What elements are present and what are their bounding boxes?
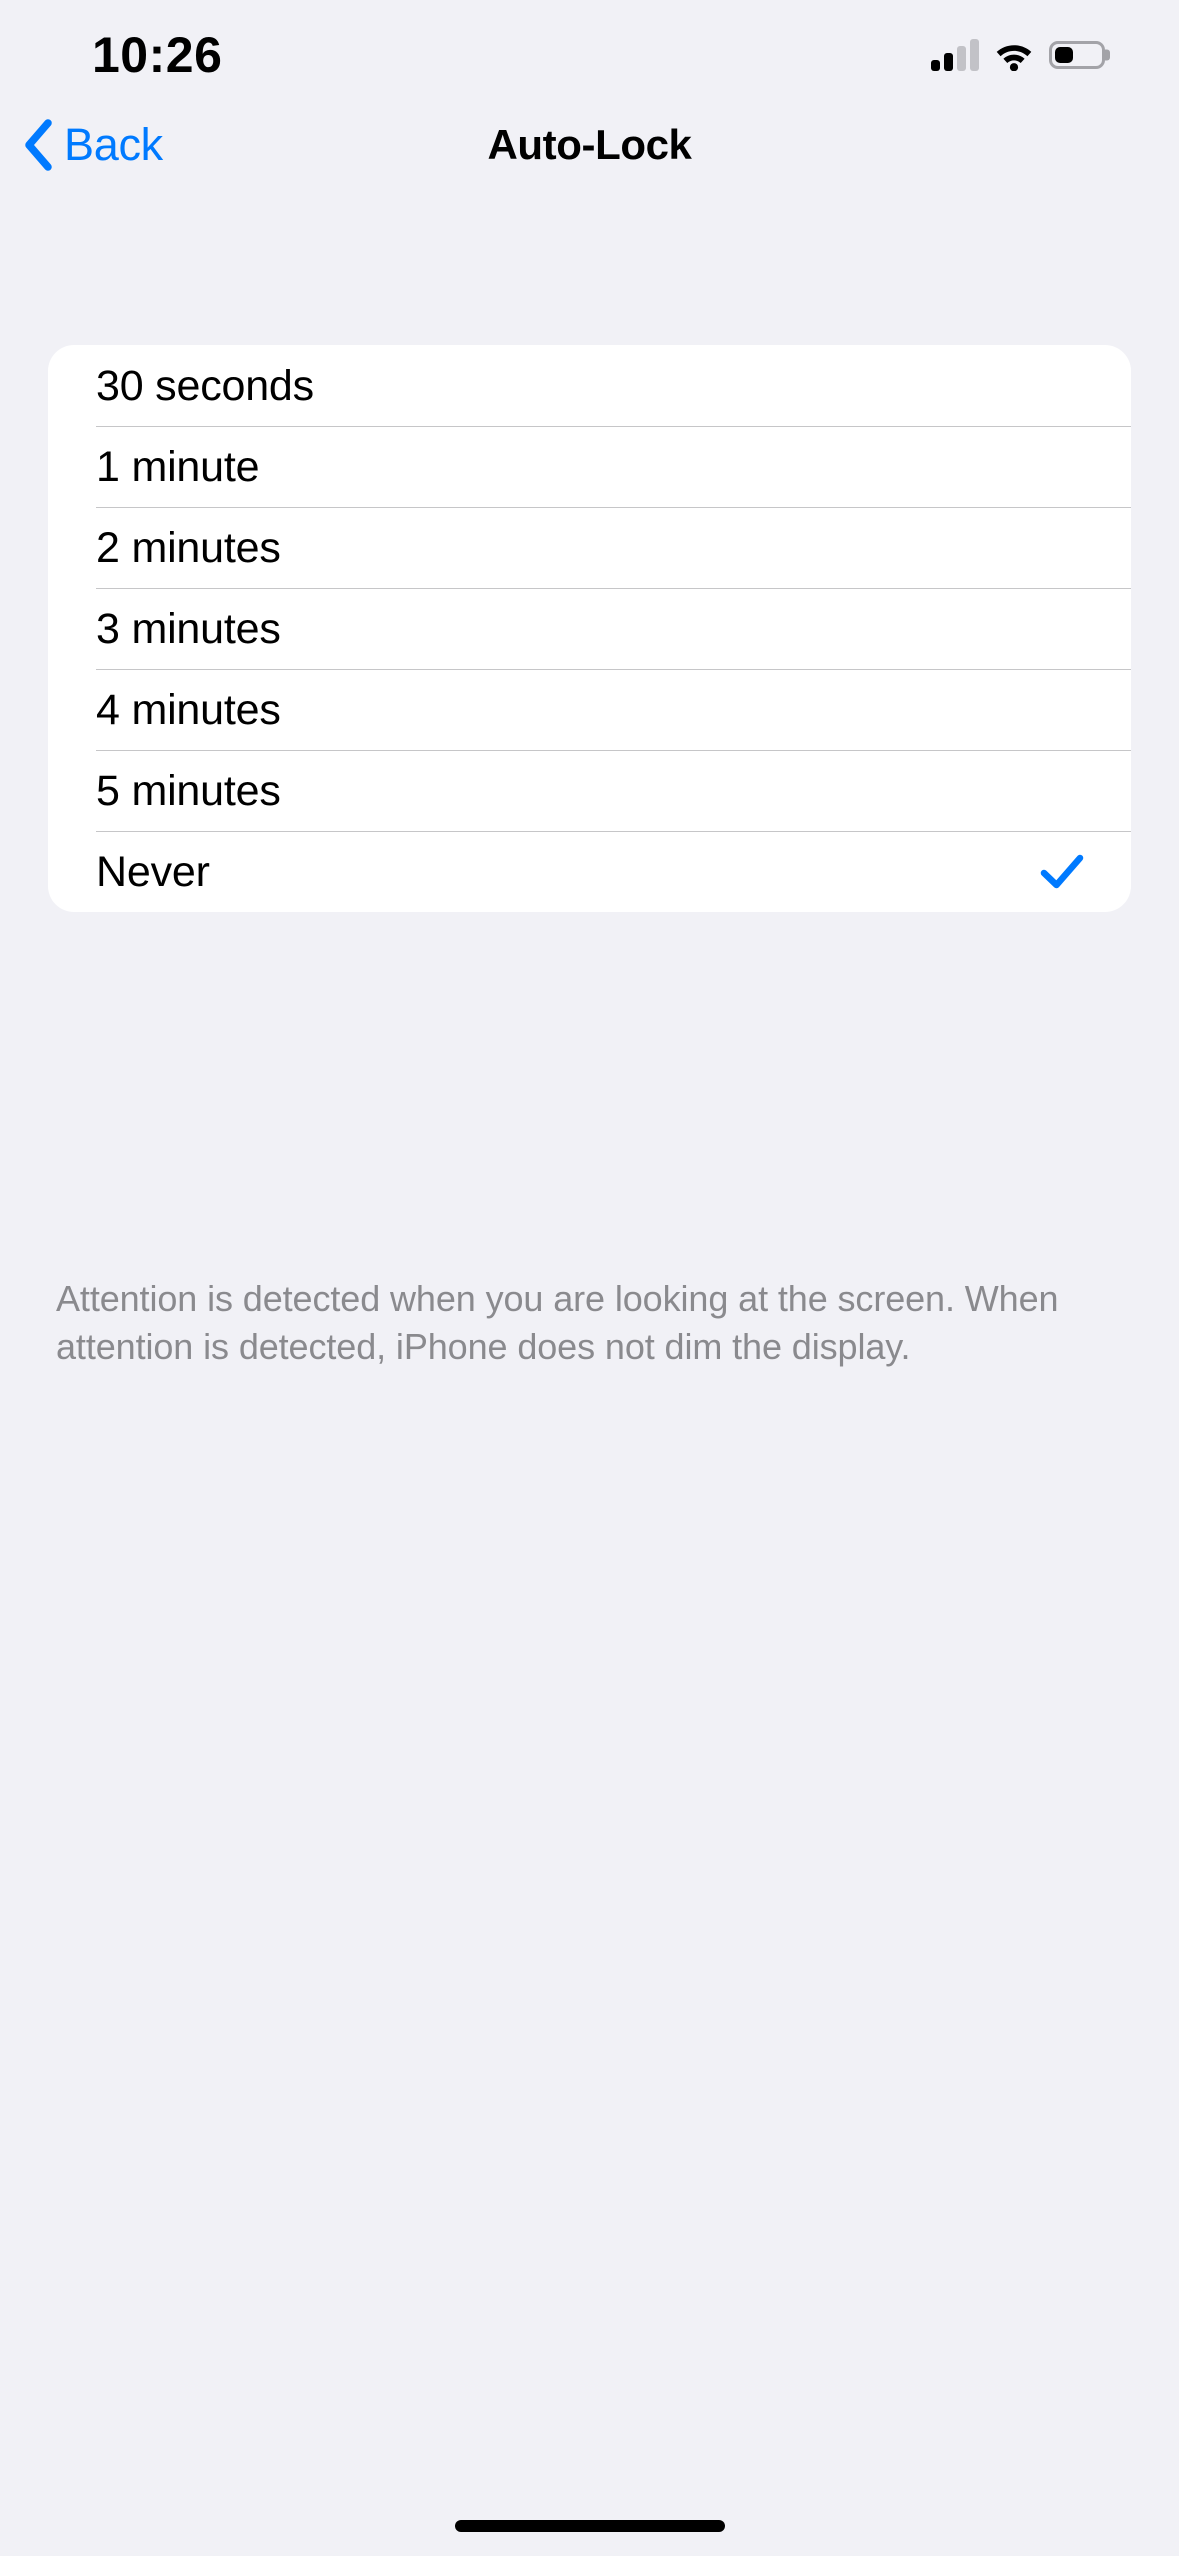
- checkmark-icon: [1040, 854, 1084, 888]
- battery-cap: [1105, 49, 1110, 61]
- option-label: 3 minutes: [96, 604, 281, 653]
- option-row-3-minutes[interactable]: 3 minutes: [48, 588, 1131, 669]
- option-label: 30 seconds: [96, 361, 314, 410]
- option-row-never[interactable]: Never: [48, 831, 1131, 912]
- battery-fill: [1055, 47, 1073, 63]
- option-row-4-minutes[interactable]: 4 minutes: [48, 669, 1131, 750]
- option-row-1-minute[interactable]: 1 minute: [48, 426, 1131, 507]
- option-label: 1 minute: [96, 442, 260, 491]
- cellular-bar-3: [957, 46, 966, 71]
- cellular-signal-icon: [931, 39, 979, 71]
- cellular-bar-2: [944, 53, 953, 71]
- cellular-bar-1: [931, 60, 940, 71]
- option-label: 4 minutes: [96, 685, 281, 734]
- cellular-bar-4: [970, 39, 979, 71]
- status-bar: 10:26: [0, 0, 1179, 100]
- page-title: Auto-Lock: [487, 121, 692, 168]
- status-bar-indicators: [931, 34, 1110, 76]
- option-label: 5 minutes: [96, 766, 281, 815]
- navigation-bar: Back Auto-Lock: [0, 100, 1179, 190]
- footer-description: Attention is detected when you are looki…: [56, 1278, 1059, 1367]
- status-bar-time: 10:26: [92, 27, 223, 83]
- settings-content: 30 seconds 1 minute 2 minutes 3 minutes …: [0, 190, 1179, 2556]
- option-label: Never: [96, 847, 210, 896]
- iphone-screen: 10:26 Back Auto-Lock 30 seconds 1 minute…: [0, 0, 1179, 2556]
- home-indicator[interactable]: [454, 2520, 725, 2532]
- option-row-5-minutes[interactable]: 5 minutes: [48, 750, 1131, 831]
- option-label: 2 minutes: [96, 523, 281, 572]
- option-row-2-minutes[interactable]: 2 minutes: [48, 507, 1131, 588]
- battery-icon: [1049, 41, 1110, 69]
- option-row-30-seconds[interactable]: 30 seconds: [48, 345, 1131, 426]
- auto-lock-options-list: 30 seconds 1 minute 2 minutes 3 minutes …: [48, 345, 1131, 912]
- wifi-icon: [996, 45, 1032, 71]
